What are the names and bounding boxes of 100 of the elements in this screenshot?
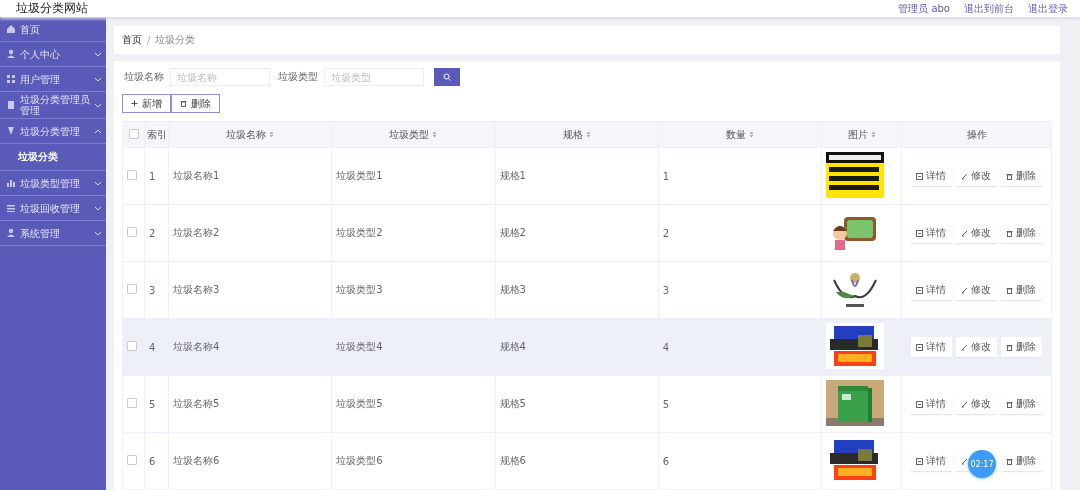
column-header[interactable]: 垃圾类型 [389, 127, 438, 142]
table-cell: 垃圾类型4 [336, 341, 383, 352]
trash-icon [1006, 457, 1013, 465]
sidebar-item[interactable]: 系统管理 [0, 221, 106, 246]
table-cell: 3 [149, 284, 156, 296]
column-header[interactable]: 数量 [725, 127, 754, 142]
detail-button[interactable]: 详情 [911, 280, 952, 300]
trash-icon [1006, 229, 1013, 237]
sidebar-item[interactable]: 首页 [0, 17, 106, 42]
table-cell: 4 [149, 341, 156, 353]
search-icon [443, 73, 451, 81]
sidebar-item[interactable]: 用户管理 [0, 67, 106, 92]
document-icon [916, 343, 923, 351]
table-cell: 垃圾名称1 [173, 170, 220, 181]
sort-icon [269, 131, 275, 138]
document-icon [916, 229, 923, 237]
document-icon [916, 400, 923, 408]
table-cell: 垃圾类型5 [336, 398, 383, 409]
checkbox[interactable] [127, 455, 137, 465]
search-button[interactable] [434, 68, 460, 86]
submenu-item[interactable]: 垃圾分类 [0, 144, 106, 171]
table-cell: 垃圾类型6 [336, 455, 383, 466]
checkbox[interactable] [127, 227, 137, 237]
field-label: 垃圾类型 [278, 70, 318, 84]
user-label: 管理员 abo [898, 1, 950, 16]
pin-icon [6, 126, 16, 136]
column-header: 操作 [966, 127, 987, 142]
sidebar-item[interactable]: 垃圾分类管理 [0, 119, 106, 144]
detail-button[interactable]: 详情 [911, 337, 952, 357]
table-cell: 规格3 [499, 284, 526, 295]
table-cell: 5 [662, 398, 670, 410]
detail-button[interactable]: 详情 [911, 394, 952, 414]
person-icon [6, 228, 16, 238]
table-cell: 规格5 [499, 398, 526, 409]
table-cell: 6 [149, 455, 156, 467]
detail-button[interactable]: 详情 [911, 451, 952, 471]
sidebar-item[interactable]: 垃圾回收管理 [0, 196, 106, 221]
table-cell: 垃圾名称2 [173, 227, 220, 238]
detail-button[interactable]: 详情 [911, 166, 952, 186]
trash-icon [1006, 343, 1013, 351]
sidebar-item[interactable]: 个人中心 [0, 42, 106, 67]
table-cell: 垃圾名称5 [173, 398, 220, 409]
pencil-icon [961, 229, 968, 237]
pencil-icon [961, 457, 968, 465]
delete-button[interactable]: 删除 [171, 94, 220, 113]
pencil-icon [961, 286, 968, 294]
sidebar-item[interactable]: 垃圾分类管理员管理 [0, 92, 106, 119]
column-header[interactable]: 垃圾名称 [226, 127, 275, 142]
column-header[interactable]: 规格 [562, 127, 591, 142]
breadcrumb-item[interactable]: 首页 [122, 33, 142, 47]
edit-button[interactable]: 修改 [956, 223, 997, 243]
checkbox[interactable] [128, 128, 139, 139]
edit-button[interactable]: 修改 [956, 280, 997, 300]
plus-icon [131, 100, 138, 107]
sort-icon [585, 131, 591, 138]
search-field[interactable]: 垃圾名称 [170, 68, 270, 86]
delete-button[interactable]: 删除 [1001, 280, 1042, 300]
document-icon [6, 100, 16, 110]
site-title: 垃圾分类网站 [16, 0, 88, 17]
checkbox[interactable] [127, 398, 137, 408]
delete-button[interactable]: 删除 [1001, 394, 1042, 414]
edit-button[interactable]: 修改 [956, 166, 997, 186]
table-cell: 5 [149, 398, 156, 410]
delete-button[interactable]: 删除 [1001, 451, 1042, 471]
add-button[interactable]: 新增 [122, 94, 171, 113]
trash-icon [1006, 172, 1013, 180]
header-link[interactable]: 退出到前台 [964, 1, 1014, 16]
column-header[interactable]: 图片 [847, 127, 876, 142]
checkbox[interactable] [127, 170, 137, 180]
checkbox[interactable] [127, 284, 137, 294]
table-cell: 1 [662, 170, 670, 182]
trash-icon [180, 100, 187, 107]
table-cell: 垃圾类型2 [336, 227, 383, 238]
table-cell: 2 [149, 227, 156, 239]
detail-button[interactable]: 详情 [911, 223, 952, 243]
grid-icon [6, 74, 16, 84]
field-label: 垃圾名称 [124, 70, 164, 84]
document-icon [916, 457, 923, 465]
sort-icon [432, 131, 438, 138]
checkbox[interactable] [127, 341, 137, 351]
edit-button[interactable]: 修改 [956, 394, 997, 414]
trash-icon [1006, 286, 1013, 294]
column-header: 索引 [146, 127, 167, 142]
sort-icon [748, 131, 754, 138]
header-link[interactable]: 退出登录 [1028, 1, 1068, 16]
pencil-icon [961, 400, 968, 408]
delete-button[interactable]: 删除 [1001, 166, 1042, 186]
table-cell: 垃圾名称6 [173, 455, 220, 466]
table-cell: 4 [662, 341, 670, 353]
breadcrumb-item: 垃圾分类 [155, 33, 196, 47]
sidebar-item[interactable]: 垃圾类型管理 [0, 171, 106, 196]
edit-button[interactable]: 修改 [956, 337, 997, 357]
document-icon [916, 172, 923, 180]
delete-button[interactable]: 删除 [1001, 337, 1042, 357]
trash-icon [1006, 400, 1013, 408]
table-cell: 6 [662, 455, 670, 467]
delete-button[interactable]: 删除 [1001, 223, 1042, 243]
breadcrumb-separator: / [147, 34, 151, 46]
table-cell: 2 [662, 227, 670, 239]
table-cell: 规格4 [499, 341, 526, 352]
